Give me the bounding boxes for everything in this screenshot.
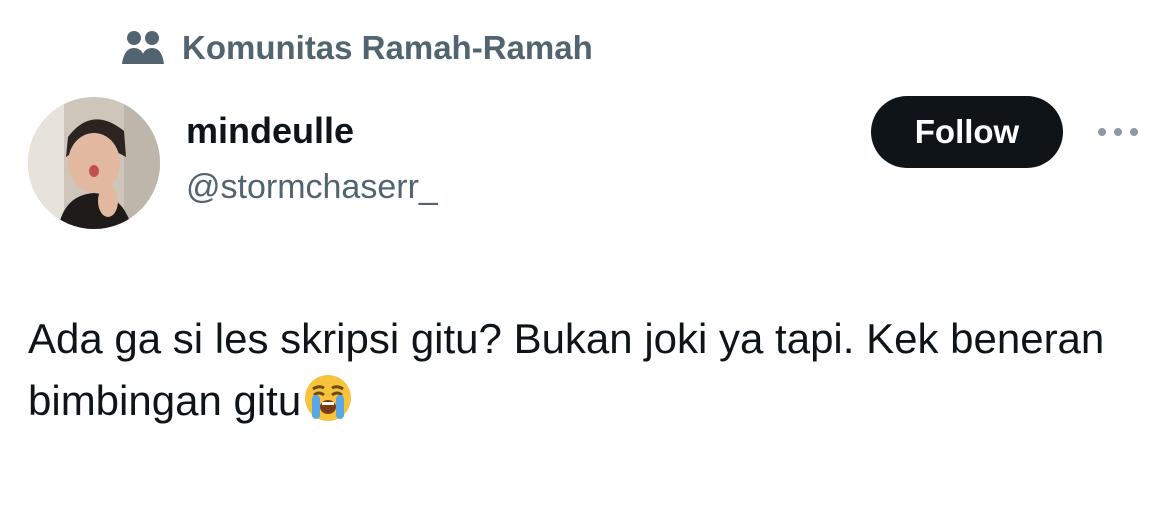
tweet-body: Ada ga si les skripsi gitu? Bukan joki y… — [28, 308, 1148, 440]
author-display-name[interactable]: mindeulle — [186, 110, 354, 152]
community-name: Komunitas Ramah-Ramah — [182, 29, 593, 66]
avatar[interactable] — [28, 97, 160, 229]
loudly-crying-face-emoji — [303, 373, 353, 440]
community-icon — [120, 28, 166, 68]
author-handle[interactable]: @stormchaserr_ — [186, 168, 438, 207]
follow-button[interactable]: Follow — [871, 96, 1063, 168]
tweet-text: Ada ga si les skripsi gitu? Bukan joki y… — [28, 315, 1105, 424]
more-horizontal-icon[interactable] — [1092, 112, 1144, 152]
community-label[interactable]: Komunitas Ramah-Ramah — [120, 26, 593, 70]
